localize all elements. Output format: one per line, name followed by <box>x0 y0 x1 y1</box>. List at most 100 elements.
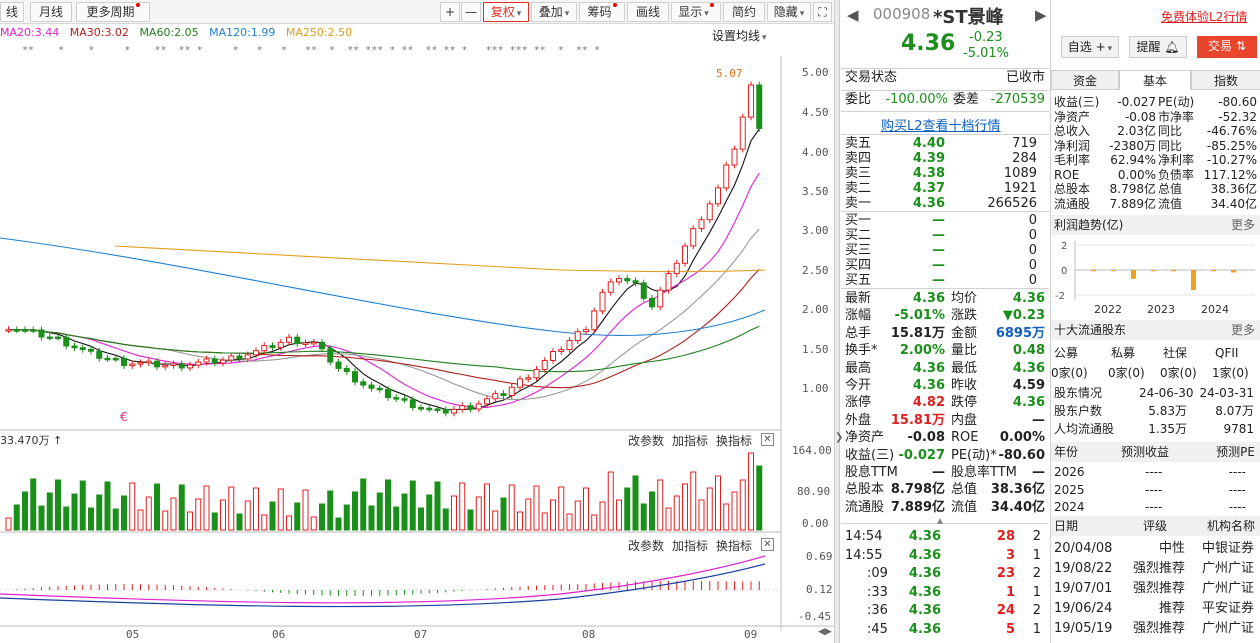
holders-more-link[interactable]: 更多 <box>1231 320 1255 340</box>
macd-add-indicator-button[interactable]: 加指标 <box>672 537 708 554</box>
profit-x-tick: 2022 <box>1094 303 1122 316</box>
more-periods-label: 更多周期 <box>86 5 135 19</box>
divider <box>841 134 1049 135</box>
zoom-in-button[interactable]: + <box>440 2 460 22</box>
level-price: 4.36 <box>912 196 945 211</box>
forecast-eps: ---- <box>1145 500 1163 514</box>
trade-button[interactable]: 交易 ⇅ <box>1197 36 1257 58</box>
tick-row: :45 4.36 5 1 <box>845 621 1045 638</box>
rating-org[interactable]: 中银证券 <box>1202 541 1254 556</box>
event-flag-icon[interactable]: € <box>120 410 128 424</box>
display-dropdown[interactable]: 显示 ▾ <box>671 2 721 22</box>
trade-label: 交易 <box>1208 39 1233 53</box>
holder-stat-label: 股东户数 <box>1054 404 1103 418</box>
expand-up-icon[interactable]: ▲ <box>937 516 943 525</box>
quote-value: — <box>1032 465 1045 480</box>
volume-bar <box>145 496 152 531</box>
rating-org[interactable]: 广州广证 <box>1202 621 1254 636</box>
draw-line-label: 画线 <box>635 5 660 19</box>
tick-price: 4.36 <box>908 621 941 637</box>
simple-mode-button[interactable]: 简约 <box>723 2 765 22</box>
rating-org[interactable]: 平安证券 <box>1202 601 1254 616</box>
close-icon[interactable]: ✕ <box>761 433 774 446</box>
volume-bar <box>335 517 342 531</box>
volume-bar <box>228 486 235 531</box>
next-stock-icon[interactable]: ▶ <box>1035 6 1047 24</box>
hide-dropdown[interactable]: 隐藏 ▾ <box>767 2 811 22</box>
vol-add-indicator-button[interactable]: 加指标 <box>672 432 708 449</box>
candle <box>566 340 573 351</box>
fund-label: 总收入 <box>1054 124 1091 138</box>
vol-switch-indicator-button[interactable]: 换指标 <box>716 432 752 449</box>
tick-price: 4.36 <box>908 529 941 544</box>
level-price: — <box>932 258 945 273</box>
volume-bar <box>624 487 631 531</box>
volume-bar <box>459 482 466 531</box>
kline-chart[interactable] <box>0 24 834 643</box>
tick-price: 4.36 <box>908 584 941 600</box>
level-volume: 284 <box>1012 151 1037 166</box>
forecast-col-eps: 预测收益 <box>1121 445 1170 459</box>
fundamental-row: 总收入 2.03亿 同比 -46.76% <box>1054 124 1257 139</box>
overlay-dropdown[interactable]: 叠加 ▾ <box>531 2 577 22</box>
quote-value: 8.798亿 <box>890 482 945 498</box>
tab-index[interactable]: 指数 <box>1191 70 1260 90</box>
x-tick: 08 <box>582 628 596 641</box>
prev-stock-icon[interactable]: ◀ <box>847 6 859 24</box>
alert-button[interactable]: 提醒 🔔︎ <box>1129 36 1187 58</box>
quote-label: 量比 <box>951 343 978 359</box>
tick-volume: 28 <box>996 529 1015 544</box>
volume-bar <box>442 508 449 531</box>
rating-org[interactable]: 广州广证 <box>1202 561 1254 576</box>
tick-volume: 1 <box>1005 584 1015 600</box>
candle <box>96 350 103 359</box>
quote-label: 金额 <box>951 325 978 341</box>
quote-value: 0.00% <box>999 430 1045 446</box>
chevron-down-icon: ▾ <box>564 9 570 19</box>
holder-count: 0家(0) <box>1051 366 1088 380</box>
macd-switch-indicator-button[interactable]: 换指标 <box>716 537 752 554</box>
top-holders-header: 十大流通股东 更多 <box>1051 320 1260 340</box>
forecast-eps: ---- <box>1145 482 1163 497</box>
tab-capital[interactable]: 资金 <box>1051 70 1119 90</box>
volume-bar <box>294 502 301 531</box>
volume-bar <box>607 471 614 531</box>
bell-icon: 🔔︎ <box>1160 40 1180 54</box>
volume-bar <box>360 478 367 531</box>
quote-value: 4.36 <box>912 360 945 376</box>
candle <box>343 367 350 373</box>
vol-modify-params-button[interactable]: 改参数 <box>628 432 664 449</box>
profit-more-link[interactable]: 更多 <box>1231 215 1255 235</box>
draw-line-button[interactable]: 画线 <box>627 2 669 22</box>
more-periods-button[interactable]: 更多周期 <box>76 2 150 22</box>
period-monthly-button[interactable]: 月线 <box>30 2 72 22</box>
tick-count: 1 <box>1032 547 1041 563</box>
free-l2-link[interactable]: 免费体验L2行情 <box>1161 8 1247 25</box>
fullscreen-button[interactable]: ⛶ <box>813 2 832 22</box>
macd-line <box>0 563 766 608</box>
x-tick: 09 <box>744 628 758 641</box>
price-change-pct: -5.01% <box>963 46 1009 61</box>
buy-l2-link[interactable]: 购买L2查看十档行情 <box>881 115 1001 134</box>
fund-value: 38.36亿 <box>1210 182 1257 196</box>
quote-label: 今开 <box>845 378 872 393</box>
candle <box>376 387 383 391</box>
holder-count: 0家(0) <box>1108 366 1145 380</box>
candle <box>253 350 259 356</box>
zoom-out-button[interactable]: — <box>461 2 481 22</box>
tab-basic[interactable]: 基本 <box>1119 70 1191 90</box>
scroll-right-icon[interactable]: ◀▶ <box>818 627 832 637</box>
close-icon[interactable]: ✕ <box>761 538 774 551</box>
fund-value: 2.03亿 <box>1117 124 1156 138</box>
candle <box>319 341 325 350</box>
chips-button[interactable]: 筹码 <box>579 2 625 22</box>
panel-splitter[interactable] <box>834 0 840 643</box>
add-watchlist-button[interactable]: 自选 + ▾ <box>1061 36 1119 58</box>
macd-modify-params-button[interactable]: 改参数 <box>628 537 664 554</box>
period-daily-button[interactable]: 线 <box>0 2 24 22</box>
rating-org[interactable]: 广州广证 <box>1202 581 1254 596</box>
divider <box>841 523 1049 524</box>
fuquan-dropdown[interactable]: 复权 ▾ <box>483 2 529 22</box>
quote-value: 6895万 <box>995 325 1045 341</box>
tick-count: 2 <box>1032 529 1041 544</box>
